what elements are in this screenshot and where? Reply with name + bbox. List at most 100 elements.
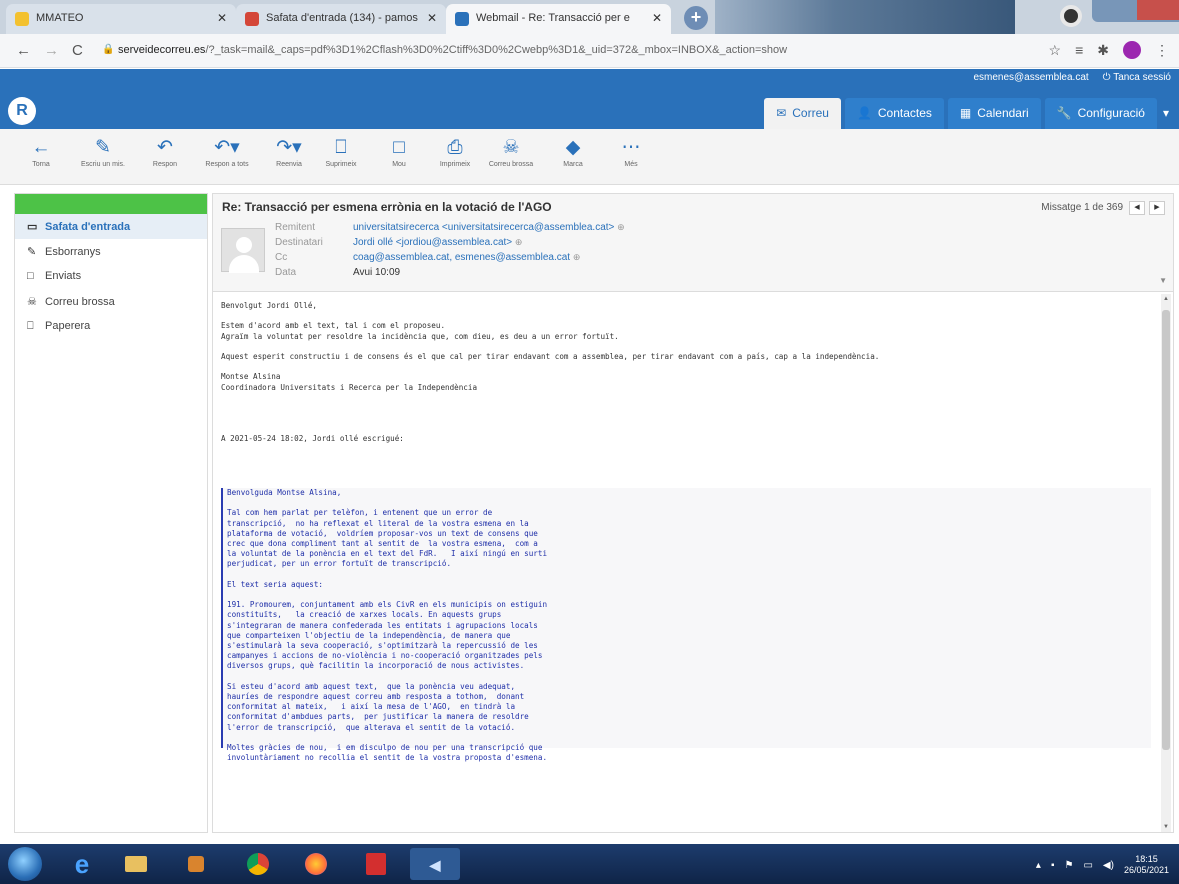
folder-label: Enviats [45,270,82,282]
back-icon: ← [31,137,51,158]
toolbar-button-reply-all[interactable]: ↶▾ Respon a tots [196,135,258,168]
toolbar-button-spam[interactable]: ☠ Correu brossa [480,135,542,168]
tab-settings[interactable]: 🔧 Configuració [1044,98,1157,129]
message-counter: Missatge 1 de 369 [1041,202,1123,213]
back-icon[interactable]: ← [16,42,31,59]
star-icon[interactable]: ☆ [1049,42,1062,59]
from-address[interactable]: universitatsirecerca <universitatsirecer… [353,222,614,233]
browser-tab-webmail[interactable]: Webmail - Re: Transacció per e ✕ [446,4,671,34]
power-icon: ⏻ [1102,72,1114,83]
message-toolbar: ← Torna ✎ Escriu un mis. ↶ Respon ↶▾ Respon a t… [0,129,1179,185]
browser-menu-icon[interactable]: ⋮ [1155,42,1169,59]
contacts-icon: 👤 [856,106,872,120]
tab-contacts[interactable]: 👤 Contactes [844,98,944,129]
flag-icon[interactable]: ⚑ [1065,860,1074,871]
tab-calendar[interactable]: ▦ Calendari [947,98,1041,129]
toolbar-button-back[interactable]: ← Torna [10,135,72,168]
active-window-icon[interactable]: ◀ [410,848,460,880]
header-to: Destinatari Jordi ollé <jordiou@assemblea… [275,237,523,248]
scroll-up-icon[interactable]: ▲ [1161,296,1171,302]
extensions-icon[interactable]: ✱ [1097,42,1109,59]
message-subject: Re: Transacció per esmena errònia en la … [222,200,552,214]
spam-icon: ☠ [27,296,37,308]
toolbar-button-tag[interactable]: ◆ Marca [542,135,604,168]
message-scrollbar[interactable]: ▲ ▼ [1161,294,1171,832]
folder-item-0[interactable]: ▭ Safata d'entrada [15,214,207,239]
browser-tab-strip: MMATEO ✕ Safata d'entrada (134) - pamos … [0,0,1179,34]
webmail-icon [455,12,469,26]
toolbar-button-label: Torna [32,161,50,168]
settings-menu-caret[interactable]: ▾ [1161,98,1173,129]
monitor-icon[interactable]: ▭ [1083,860,1092,871]
address-bar: ← → C 🔒 serveidecorreu.es/?_task=mail&_c… [0,34,1179,68]
internet-explorer-icon[interactable]: e [62,848,102,880]
mail-icon: ✉ [776,106,787,120]
toolbar-button-move[interactable]: □ Mou [368,135,430,168]
add-contact-icon[interactable]: ⊕ [617,222,625,232]
profile-avatar[interactable] [1123,41,1141,59]
volume-icon[interactable]: ◀) [1103,860,1114,871]
folder-item-3[interactable]: ☠ Correu brossa [15,289,207,314]
network-icon[interactable]: ▪ [1051,860,1055,871]
tab-mail[interactable]: ✉ Correu [764,98,841,129]
message-pane: Re: Transacció per esmena errònia en la … [212,193,1174,833]
acrobat-icon[interactable] [356,848,396,880]
close-tab-icon[interactable]: ✕ [427,11,437,25]
person-icon [236,237,252,253]
toolbar-button-label: Correu brossa [488,161,534,168]
move-icon: □ [393,137,405,158]
url-field[interactable]: 🔒 serveidecorreu.es/?_task=mail&_caps=pd… [100,40,1110,62]
tray-expand-icon[interactable]: ▴ [1036,860,1041,871]
close-tab-icon[interactable]: ✕ [652,11,662,25]
reload-icon[interactable]: C [72,42,83,59]
previous-message-button[interactable]: ◀ [1129,201,1145,215]
forward-icon[interactable]: → [44,42,59,59]
firefox-icon[interactable] [296,848,336,880]
file-explorer-icon[interactable] [116,848,156,880]
folder-label: Correu brossa [45,296,115,308]
next-message-button[interactable]: ▶ [1149,201,1165,215]
to-address[interactable]: Jordi ollé <jordiou@assemblea.cat> [353,237,512,248]
app-header: esmenes@assemblea.cat ⏻ Tanca sessió R ✉… [0,69,1179,129]
folder-item-2[interactable]: □ Enviats [15,264,207,289]
browser-tab-mmateo[interactable]: MMATEO ✕ [6,4,236,34]
taskbar-clock[interactable]: 18:15 26/05/2021 [1124,854,1169,876]
window-controls [1092,0,1179,22]
spam-icon: ☠ [502,137,520,158]
folder-icon: □ [27,270,34,282]
folder-item-1[interactable]: ✎ Esborranys [15,239,207,264]
toolbar-button-compose[interactable]: ✎ Escriu un mis. [72,135,134,168]
expand-headers-icon[interactable]: ▼ [1159,276,1167,285]
extension-icon[interactable] [1060,5,1082,27]
reply-icon: ↶ [157,137,173,158]
folder-label: Safata d'entrada [45,221,131,233]
add-contact-icon[interactable]: ⊕ [515,237,523,247]
wrench-icon: 🔧 [1056,106,1072,120]
chrome-icon[interactable] [238,848,278,880]
tab-title: Webmail - Re: Transacció per e [476,12,630,24]
toolbar-button-print[interactable]: ⎙ Imprimeix [424,135,486,168]
tab-title: Safata d'entrada (134) - pamos [266,12,418,24]
folder-item-4[interactable]: ⎕ Paperera [15,314,207,339]
tab-title: MMATEO [36,12,84,24]
url-path: /?_task=mail&_caps=pdf%3D1%2Cflash%3D0%2… [205,44,788,56]
toolbar-button-reply[interactable]: ↶ Respon [134,135,196,168]
toolbar-button-more[interactable]: ⋯ Més [600,135,662,168]
print-icon: ⎙ [447,137,463,158]
window-close-button[interactable] [1137,0,1179,20]
scroll-down-icon[interactable]: ▼ [1161,824,1171,830]
scrollbar-thumb[interactable] [1162,310,1170,750]
media-player-icon[interactable] [176,848,216,880]
folder-list: ▭ Safata d'entrada ✎ Esborranys □ Enviats ☠ Cor… [14,193,208,833]
new-tab-button[interactable]: + [684,6,708,30]
browser-tab-gmail[interactable]: Safata d'entrada (134) - pamos ✕ [236,4,446,34]
cc-address[interactable]: coag@assemblea.cat, esmenes@assemblea.ca… [353,252,570,263]
calendar-icon: ▦ [959,106,972,120]
toolbar-button-trash[interactable]: ⎕ Suprimeix [310,135,372,168]
add-contact-icon[interactable]: ⊕ [573,252,581,262]
reading-list-icon[interactable]: ≡ [1075,42,1083,58]
start-button[interactable] [8,847,42,881]
logout-link[interactable]: ⏻ Tanca sessió [1103,72,1171,83]
trash-icon: ⎕ [335,137,347,158]
close-tab-icon[interactable]: ✕ [217,11,227,25]
